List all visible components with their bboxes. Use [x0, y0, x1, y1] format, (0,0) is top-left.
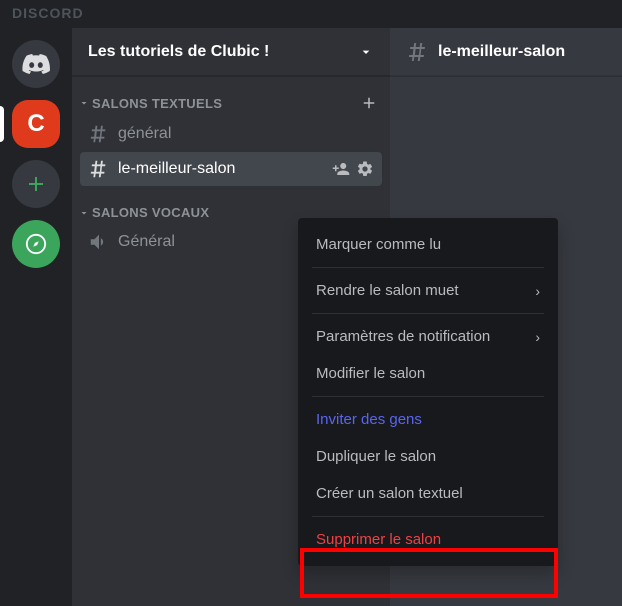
category-label: Salons vocaux	[92, 205, 209, 220]
chevron-right-icon: ›	[535, 329, 540, 345]
add-channel-button[interactable]	[360, 94, 378, 112]
hash-icon	[88, 123, 110, 145]
menu-separator	[312, 516, 544, 517]
category-label: Salons textuels	[92, 96, 222, 111]
menu-label: Créer un salon textuel	[316, 485, 463, 502]
chevron-right-icon: ›	[535, 283, 540, 299]
guilds-column: C	[0, 28, 72, 268]
hash-icon	[88, 158, 110, 180]
chevron-down-icon	[358, 44, 374, 60]
menu-label: Rendre le salon muet	[316, 282, 459, 299]
server-name: Les tutoriels de Clubic !	[88, 43, 269, 61]
menu-mute-channel[interactable]: Rendre le salon muet ›	[306, 272, 550, 309]
channel-le-meilleur-salon[interactable]: le-meilleur-salon	[80, 152, 382, 186]
chevron-down-icon	[78, 207, 90, 219]
discord-logo-icon	[22, 54, 50, 74]
invite-icon[interactable]	[332, 160, 350, 178]
compass-icon	[25, 233, 47, 255]
content-header: le-meilleur-salon	[390, 28, 622, 76]
menu-separator	[312, 313, 544, 314]
guild-clubic[interactable]: C	[12, 100, 60, 148]
plus-icon	[24, 172, 48, 196]
speaker-icon	[88, 231, 110, 253]
menu-label: Supprimer le salon	[316, 531, 441, 548]
channel-name: le-meilleur-salon	[118, 160, 324, 178]
menu-separator	[312, 267, 544, 268]
gear-icon[interactable]	[356, 160, 374, 178]
menu-delete-channel[interactable]: Supprimer le salon	[306, 521, 550, 558]
menu-label: Inviter des gens	[316, 411, 422, 428]
plus-icon	[360, 94, 378, 112]
menu-label: Paramètres de notification	[316, 328, 490, 345]
menu-mark-as-read[interactable]: Marquer comme lu	[306, 226, 550, 263]
menu-label: Marquer comme lu	[316, 236, 441, 253]
menu-label: Dupliquer le salon	[316, 448, 436, 465]
channel-context-menu: Marquer comme lu Rendre le salon muet › …	[298, 218, 558, 566]
channel-name: général	[118, 125, 374, 143]
header-channel-name: le-meilleur-salon	[438, 43, 565, 61]
explore-servers-button[interactable]	[12, 220, 60, 268]
menu-edit-channel[interactable]: Modifier le salon	[306, 355, 550, 392]
menu-label: Modifier le salon	[316, 365, 425, 382]
add-server-button[interactable]	[12, 160, 60, 208]
menu-separator	[312, 396, 544, 397]
home-button[interactable]	[12, 40, 60, 88]
category-text-channels[interactable]: Salons textuels	[72, 76, 390, 116]
channel-general[interactable]: général	[80, 117, 382, 151]
chevron-down-icon	[78, 97, 90, 109]
discord-wordmark: DISCORD	[12, 5, 84, 21]
menu-invite-people[interactable]: Inviter des gens	[306, 401, 550, 438]
hash-icon	[406, 40, 430, 64]
menu-notification-settings[interactable]: Paramètres de notification ›	[306, 318, 550, 355]
guild-initial: C	[27, 110, 44, 138]
menu-create-text-channel[interactable]: Créer un salon textuel	[306, 475, 550, 512]
menu-duplicate-channel[interactable]: Dupliquer le salon	[306, 438, 550, 475]
server-header[interactable]: Les tutoriels de Clubic !	[72, 28, 390, 76]
active-guild-indicator	[0, 106, 4, 142]
